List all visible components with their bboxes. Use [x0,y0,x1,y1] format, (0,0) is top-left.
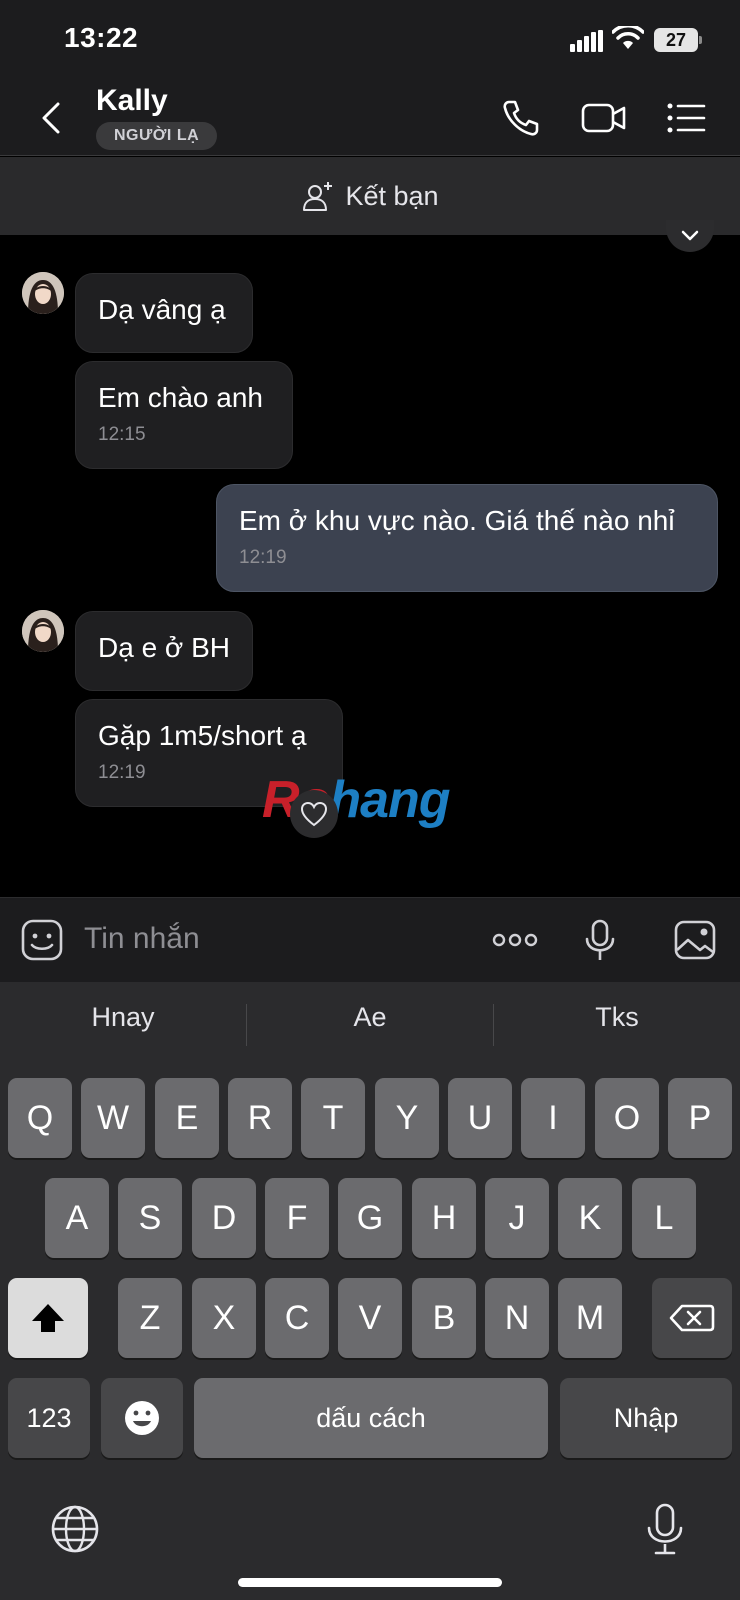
space-key[interactable]: dấu cách [194,1378,548,1458]
emoji-smiley-icon [125,1401,159,1435]
emoji-key[interactable] [101,1378,183,1458]
message-text: Dạ e ở BH [98,632,230,663]
phone-call-icon[interactable] [499,96,543,140]
key-d[interactable]: D [192,1178,256,1258]
key-l[interactable]: L [632,1178,696,1258]
key-g[interactable]: G [338,1178,402,1258]
key-c[interactable]: C [265,1278,329,1358]
message-composer: Tin nhắn [0,897,740,982]
home-indicator[interactable] [238,1578,502,1587]
chevron-down-icon [681,230,699,241]
message-bubble-incoming[interactable]: Em chào anh 12:15 [75,361,293,469]
keyboard: Hnay Ae Tks Q W E R T Y U I O P A S D F … [0,982,740,1600]
suggestion-item[interactable]: Tks [494,1002,740,1033]
stranger-badge: NGƯỜI LẠ [96,122,218,150]
message-timestamp: 12:15 [98,424,146,445]
menu-list-icon[interactable] [664,96,708,140]
key-h[interactable]: H [412,1178,476,1258]
video-call-icon[interactable] [580,96,628,140]
suggestion-item[interactable]: Ae [247,1002,493,1033]
delete-key[interactable] [652,1278,732,1358]
key-k[interactable]: K [558,1178,622,1258]
message-text: Em ở khu vực nào. Giá thế nào nhỉ [239,505,675,536]
add-friend-label: Kết bạn [345,180,439,211]
key-j[interactable]: J [485,1178,549,1258]
predictive-suggestions: Hnay Ae Tks [0,982,740,1058]
add-friend-icon [303,182,333,211]
image-gallery-icon[interactable] [673,918,717,962]
key-u[interactable]: U [448,1078,512,1158]
globe-icon[interactable] [50,1504,100,1554]
message-bubble-outgoing[interactable]: Em ở khu vực nào. Giá thế nào nhỉ 12:19 [216,484,718,592]
contact-avatar[interactable] [22,610,64,652]
battery-level: 27 [654,28,698,52]
return-key[interactable]: Nhập [560,1378,732,1458]
shift-key[interactable] [8,1278,88,1358]
scroll-down-button[interactable] [666,220,714,252]
suggestion-item[interactable]: Hnay [0,1002,246,1033]
shift-arrow-icon [32,1304,64,1332]
key-b[interactable]: B [412,1278,476,1358]
back-arrow-icon[interactable] [36,98,68,138]
cellular-signal-icon [570,30,603,52]
status-bar: 13:22 27 [0,0,740,80]
message-text: Gặp 1m5/short ạ [98,720,307,751]
message-timestamp: 12:19 [239,547,287,568]
dictation-microphone-icon[interactable] [642,1502,688,1556]
status-time: 13:22 [64,22,139,53]
key-q[interactable]: Q [8,1078,72,1158]
key-x[interactable]: X [192,1278,256,1358]
backspace-icon [669,1304,715,1332]
key-n[interactable]: N [485,1278,549,1358]
key-p[interactable]: P [668,1078,732,1158]
message-text: Em chào anh [98,382,263,413]
key-w[interactable]: W [81,1078,145,1158]
key-m[interactable]: M [558,1278,622,1358]
chat-header: Kally NGƯỜI LẠ [0,80,740,156]
microphone-icon[interactable] [578,918,622,962]
message-bubble-incoming[interactable]: Dạ vâng ạ [75,273,253,353]
key-r[interactable]: R [228,1078,292,1158]
contact-avatar[interactable] [22,272,64,314]
message-text: Dạ vâng ạ [98,294,226,325]
add-friend-button[interactable]: Kết bạn [0,157,740,235]
wifi-icon [612,26,644,49]
key-f[interactable]: F [265,1178,329,1258]
contact-name[interactable]: Kally [96,84,168,118]
numbers-key[interactable]: 123 [8,1378,90,1458]
more-options-icon[interactable] [490,918,540,962]
key-y[interactable]: Y [375,1078,439,1158]
key-a[interactable]: A [45,1178,109,1258]
heart-icon [300,801,328,827]
react-heart-button[interactable] [290,790,338,838]
sticker-emoji-icon[interactable] [20,918,64,962]
key-s[interactable]: S [118,1178,182,1258]
key-t[interactable]: T [301,1078,365,1158]
key-z[interactable]: Z [118,1278,182,1358]
key-v[interactable]: V [338,1278,402,1358]
key-o[interactable]: O [595,1078,659,1158]
key-e[interactable]: E [155,1078,219,1158]
key-i[interactable]: I [521,1078,585,1158]
message-input[interactable]: Tin nhắn [84,922,200,956]
battery-icon: 27 [654,28,702,52]
message-bubble-incoming[interactable]: Dạ e ở BH [75,611,253,691]
